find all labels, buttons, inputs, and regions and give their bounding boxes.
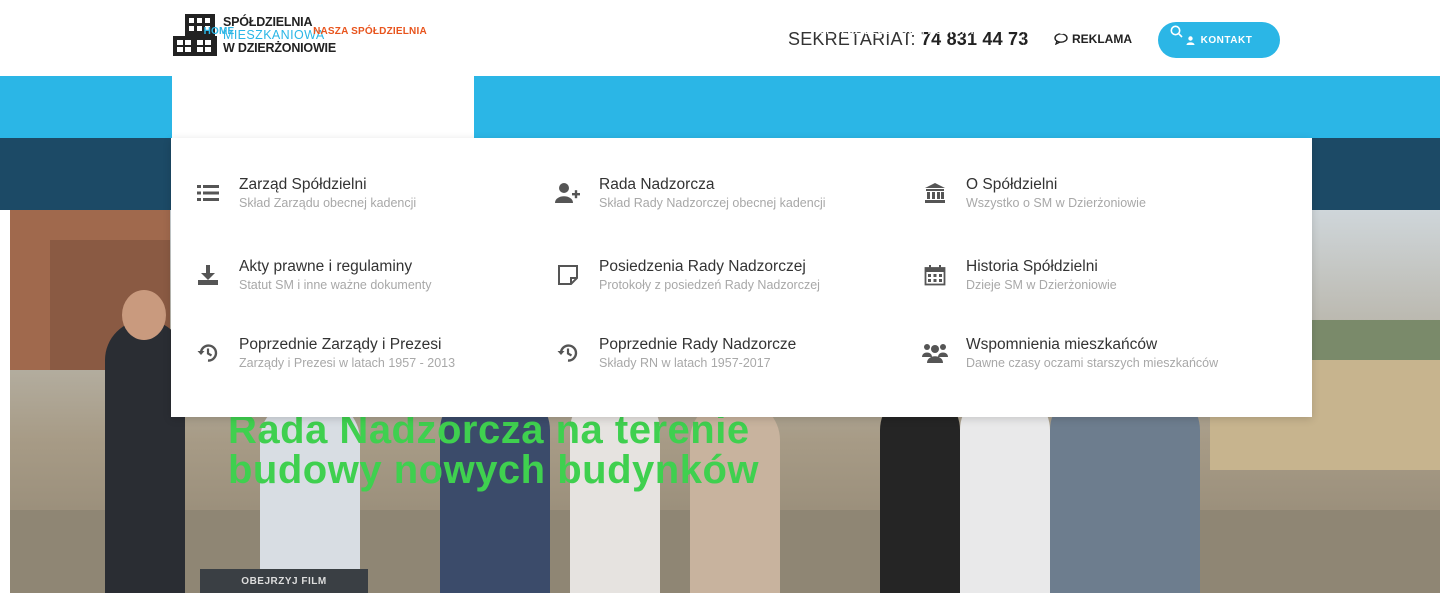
bank-icon [922,180,948,206]
nav-item-dom-kultury[interactable]: SPÓŁDZIELCZY DOM KULTURY [772,0,1024,62]
dropdown-item-subtitle: Wszystko o SM w Dzierżoniowie [966,196,1146,210]
dropdown-item-zarzad[interactable]: Zarząd Spółdzielni Skład Zarządu obecnej… [195,176,416,212]
users-icon [922,340,948,366]
watch-film-button[interactable]: OBEJRZYJ FILM [200,569,368,593]
sticky-note-icon [555,262,581,288]
dropdown-item-subtitle: Statut SM i inne ważne dokumenty [239,278,432,292]
dropdown-item-o-spoldzielni[interactable]: O Spółdzielni Wszystko o SM w Dzierżonio… [922,176,1146,212]
list-icon [195,180,221,206]
dropdown-item-historia[interactable]: Historia Spółdzielni Dzieje SM w Dzierżo… [922,258,1117,294]
dropdown-item-title: Poprzednie Zarządy i Prezesi [239,336,442,353]
dropdown-item-subtitle: Składy RN w latach 1957-2017 [599,356,771,370]
dropdown-item-subtitle: Skład Zarządu obecnej kadencji [239,196,417,210]
dropdown-item-title: Poprzednie Rady Nadzorcze [599,336,797,353]
dropdown-item-subtitle: Zarządy i Prezesi w latach 1957 - 2013 [239,356,456,370]
hero-title-line-2: budowy nowych budynków [228,448,759,492]
nav-search-button[interactable] [1140,0,1212,62]
nav-item-newsy[interactable]: NEWSY [474,0,580,62]
dropdown-item-subtitle: Skład Rady Nadzorczej obecnej kadencji [599,196,826,210]
nav-item-nasza-spoldzielnia[interactable]: NASZA SPÓŁDZIELNIA [266,0,474,62]
history-icon [195,340,221,366]
dropdown-item-title: Posiedzenia Rady Nadzorczej [599,258,806,275]
dropdown-item-title: Akty prawne i regulaminy [239,258,413,275]
dropdown-item-rada-nadzorcza[interactable]: Rada Nadzorcza Skład Rady Nadzorczej obe… [555,176,826,212]
nav-item-galeria[interactable]: GALERIA [1024,0,1140,62]
dropdown-item-poprzednie-rady[interactable]: Poprzednie Rady Nadzorcze Składy RN w la… [555,336,796,372]
dropdown-item-title: Zarząd Spółdzielni [239,176,367,193]
dropdown-item-subtitle: Protokoły z posiedzeń Rady Nadzorczej [599,278,820,292]
dropdown-item-poprzednie-zarzady[interactable]: Poprzednie Zarządy i Prezesi Zarządy i P… [195,336,455,372]
nasza-spoldzielnia-dropdown: Zarząd Spółdzielni Skład Zarządu obecnej… [171,138,1312,417]
hero-title[interactable]: Rada Nadzorcza na terenie budowy nowych … [228,410,759,490]
dropdown-item-subtitle: Dawne czasy oczami starszych mieszkańców [966,356,1219,370]
history-icon [555,340,581,366]
nav-item-dla-mieszkancow[interactable]: DLA MIESZKAŃCÓW [580,0,772,62]
dropdown-item-title: Rada Nadzorcza [599,176,715,193]
dropdown-item-wspomnienia[interactable]: Wspomnienia mieszkańców Dawne czasy ocza… [922,336,1218,372]
download-icon [195,262,221,288]
user-plus-icon [555,180,581,206]
dropdown-item-title: Wspomnienia mieszkańców [966,336,1158,353]
dropdown-item-title: O Spółdzielni [966,176,1058,193]
dropdown-item-subtitle: Dzieje SM w Dzierżoniowie [966,278,1117,292]
nav-item-home[interactable]: HOME [172,0,266,62]
nav-active-background [172,76,474,138]
calendar-icon [922,262,948,288]
search-icon [1170,25,1183,38]
dropdown-item-posiedzenia[interactable]: Posiedzenia Rady Nadzorczej Protokoły z … [555,258,820,294]
dropdown-item-title: Historia Spółdzielni [966,258,1098,275]
dropdown-item-akty-prawne[interactable]: Akty prawne i regulaminy Statut SM i inn… [195,258,431,294]
